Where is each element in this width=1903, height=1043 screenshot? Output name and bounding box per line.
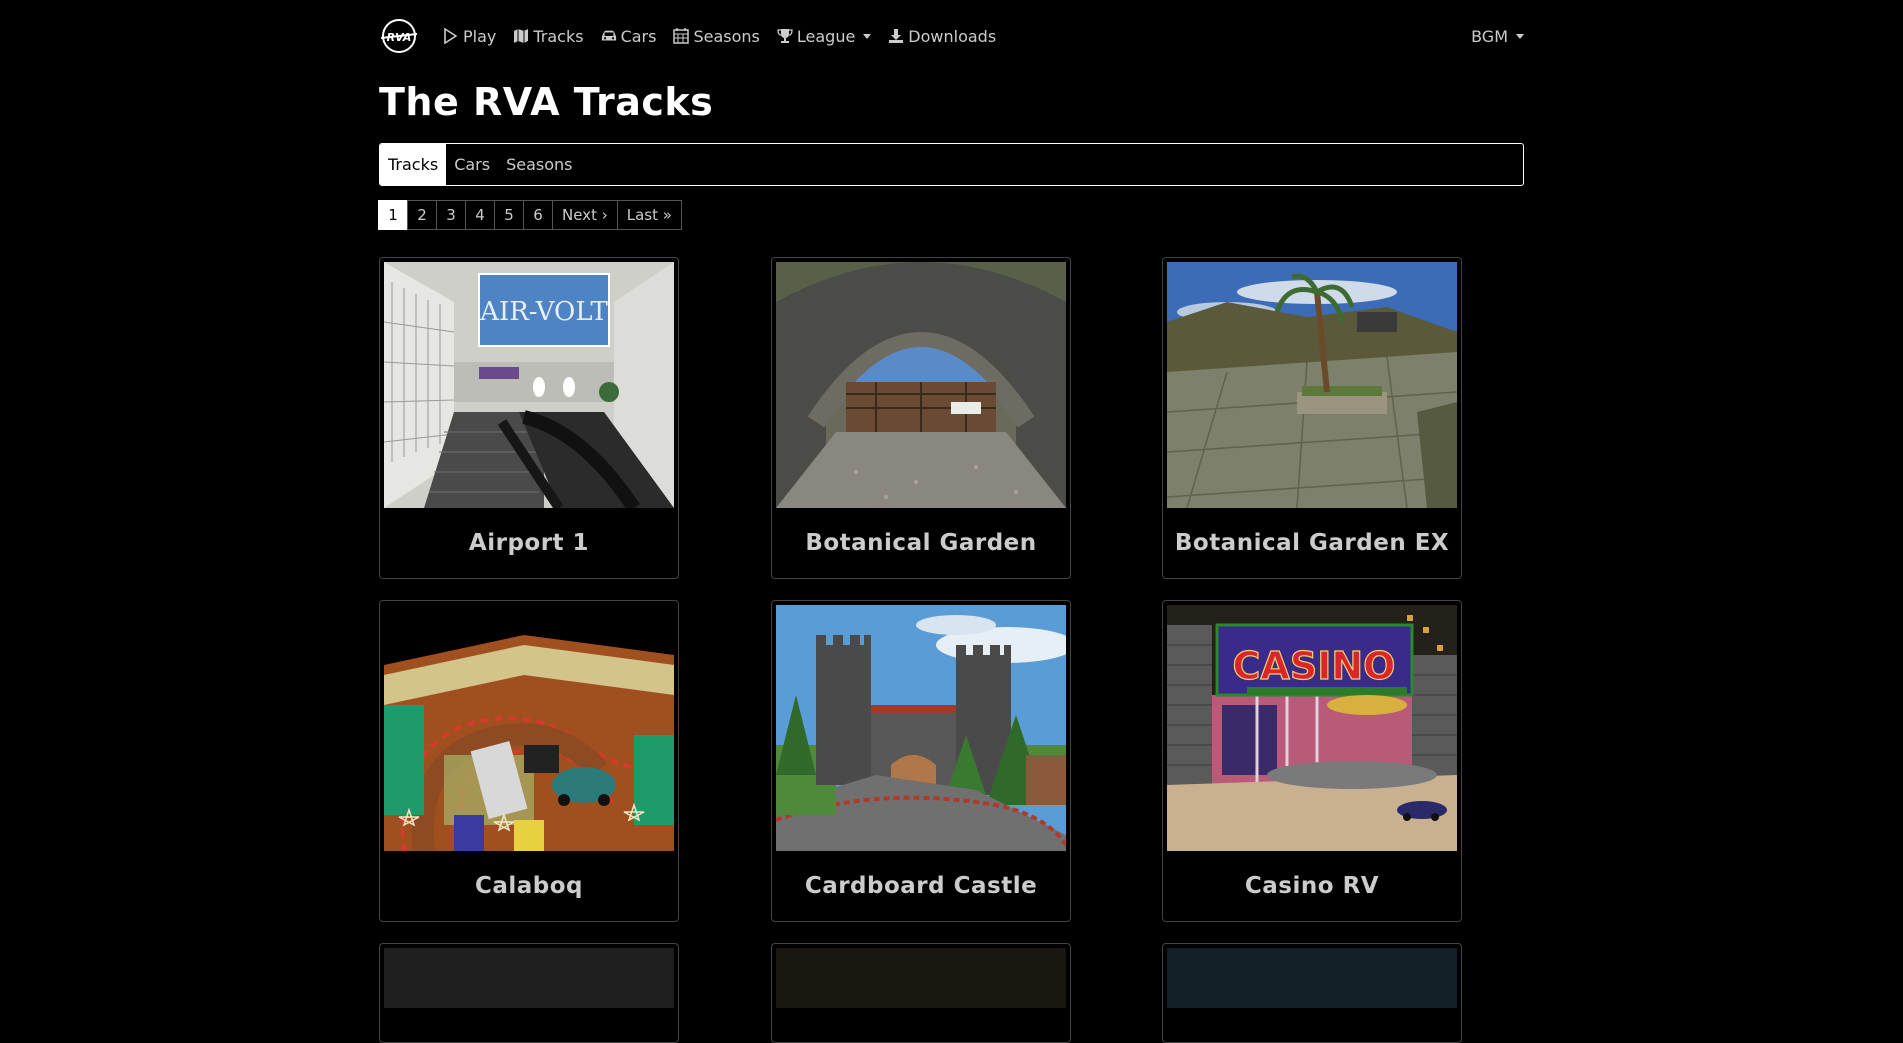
track-thumbnail[interactable]	[776, 262, 1066, 508]
chevron-down-icon	[863, 33, 872, 39]
page-link-4[interactable]: 4	[465, 200, 495, 230]
nav-cars[interactable]: Cars	[601, 26, 657, 46]
page-link-2[interactable]: 2	[407, 200, 437, 230]
page-title: The RVA Tracks	[379, 80, 714, 124]
nav-league-label: League	[796, 26, 856, 46]
track-card[interactable]: Botanical Garden	[771, 257, 1071, 579]
nav-seasons-label: Seasons	[693, 26, 760, 46]
car-icon	[601, 28, 617, 44]
nav-tracks[interactable]: Tracks	[513, 26, 584, 46]
navbar: RVA Play Tracks Cars Seasons League Down…	[379, 0, 1524, 72]
track-name: Calaboq	[474, 873, 584, 899]
page-link-5[interactable]: 5	[494, 200, 524, 230]
track-thumbnail[interactable]	[384, 605, 674, 851]
tab-cars[interactable]: Cars	[446, 144, 498, 185]
casino-sign-text: CASINO	[1233, 644, 1396, 688]
svg-text:RVA: RVA	[387, 31, 412, 44]
rva-logo[interactable]: RVA	[379, 16, 419, 56]
trophy-icon	[777, 28, 793, 44]
tab-seasons[interactable]: Seasons	[498, 144, 580, 185]
track-thumbnail[interactable]: CASINO	[1167, 605, 1457, 851]
track-card[interactable]: Botanical Garden EX	[1162, 257, 1462, 579]
track-name: Casino RV	[1244, 873, 1380, 899]
pagination: 1 2 3 4 5 6 Next › Last »	[378, 200, 682, 230]
page-link-3[interactable]: 3	[436, 200, 466, 230]
track-card[interactable]: CASINO Casino RV	[1162, 600, 1462, 922]
nav-play-label: Play	[463, 26, 497, 46]
track-thumbnail[interactable]: AIR-VOLT	[384, 262, 674, 508]
track-card[interactable]: Calaboq	[379, 600, 679, 922]
page-link-next[interactable]: Next ›	[552, 200, 618, 230]
page-container: RVA Play Tracks Cars Seasons League Down…	[378, 0, 1524, 1043]
nav-downloads[interactable]: Downloads	[888, 27, 996, 46]
page-link-1[interactable]: 1	[378, 200, 408, 230]
map-icon	[513, 28, 529, 44]
bgm-label: BGM	[1471, 26, 1508, 46]
tab-tracks[interactable]: Tracks	[380, 144, 447, 185]
track-name: Botanical Garden EX	[1174, 530, 1450, 556]
nav-cars-label: Cars	[620, 26, 657, 46]
track-card[interactable]: AIR-VOLT Airport 1	[379, 257, 679, 579]
chevron-down-icon	[1516, 33, 1524, 39]
track-name: Cardboard Castle	[804, 873, 1038, 899]
play-icon	[443, 28, 459, 44]
download-icon	[888, 28, 904, 44]
page-link-last[interactable]: Last »	[616, 200, 682, 230]
track-thumbnail[interactable]	[384, 948, 674, 1008]
track-name: Airport 1	[468, 530, 590, 556]
track-thumbnail[interactable]	[1167, 262, 1457, 508]
section-tabs: Tracks Cars Seasons	[379, 143, 1524, 186]
track-card[interactable]	[379, 943, 679, 1043]
nav-seasons[interactable]: Seasons	[673, 26, 760, 46]
track-name: Botanical Garden	[805, 530, 1037, 556]
nav-downloads-label: Downloads	[908, 26, 997, 46]
track-card[interactable]	[771, 943, 1071, 1043]
bgm-dropdown[interactable]: BGM	[1471, 0, 1524, 72]
nav-play[interactable]: Play	[443, 27, 496, 46]
nav-league[interactable]: League	[777, 26, 872, 46]
nav-tracks-label: Tracks	[533, 26, 584, 46]
track-thumbnail[interactable]	[776, 605, 1066, 851]
airport-sign-text: AIR-VOLT	[479, 297, 608, 327]
track-card[interactable]: Cardboard Castle	[771, 600, 1071, 922]
page-link-6[interactable]: 6	[523, 200, 553, 230]
calendar-icon	[673, 28, 690, 44]
track-card[interactable]	[1162, 943, 1462, 1043]
track-thumbnail[interactable]	[1167, 948, 1457, 1008]
track-thumbnail[interactable]	[776, 948, 1066, 1008]
